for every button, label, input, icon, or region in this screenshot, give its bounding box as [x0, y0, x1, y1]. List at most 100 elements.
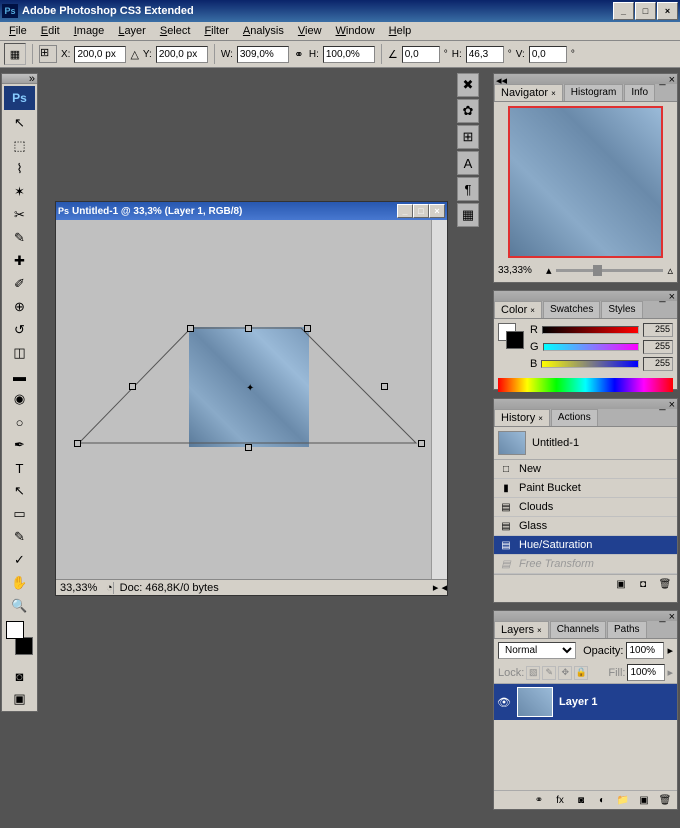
move-tool[interactable]: ↖ [8, 112, 32, 134]
crop-tool[interactable]: ✂ [8, 204, 32, 226]
well-brushes-icon[interactable]: ✿ [457, 99, 479, 123]
restore-button[interactable]: □ [635, 2, 656, 20]
menu-edit[interactable]: Edit [34, 23, 67, 39]
navigator-slider[interactable] [556, 269, 664, 272]
history-newdoc-icon[interactable]: ▣ [613, 577, 629, 591]
menu-layer[interactable]: Layer [111, 23, 153, 39]
gradient-tool[interactable]: ▬ [8, 365, 32, 387]
lock-transparency-icon[interactable]: ▧ [526, 666, 540, 680]
panel-minimize-icon[interactable]: _ × [659, 399, 675, 409]
toolbox-grip[interactable]: » [2, 74, 37, 84]
menu-filter[interactable]: Filter [197, 23, 235, 39]
history-item[interactable]: ▤Glass [494, 517, 677, 536]
history-brush-tool[interactable]: ↺ [8, 319, 32, 341]
pen-tool[interactable]: ✒ [8, 434, 32, 456]
w-input[interactable] [237, 46, 289, 63]
well-layercomps-icon[interactable]: ▦ [457, 203, 479, 227]
lock-pixels-icon[interactable]: ✎ [542, 666, 556, 680]
menu-file[interactable]: File [2, 23, 34, 39]
doc-minimize-button[interactable]: _ [397, 204, 413, 218]
color-bg-swatch[interactable] [506, 331, 524, 349]
shape-tool[interactable]: ▭ [8, 503, 32, 525]
tab-info[interactable]: Info [624, 84, 655, 101]
panel-minimize-icon[interactable]: _ × [659, 611, 675, 621]
history-item[interactable]: ▤Hue/Saturation [494, 536, 677, 555]
navigator-thumbnail[interactable] [508, 106, 663, 258]
well-char-icon[interactable]: A [457, 151, 479, 175]
transform-handle-tm[interactable] [245, 325, 252, 332]
zoom-tool[interactable]: 🔍 [8, 595, 32, 617]
r-slider[interactable] [542, 326, 639, 334]
tab-channels[interactable]: Channels [550, 621, 606, 638]
history-snapshot-icon[interactable]: ◘ [635, 577, 651, 591]
b-value[interactable]: 255 [643, 357, 673, 371]
vertical-scrollbar[interactable] [431, 220, 447, 579]
magic-wand-tool[interactable]: ✶ [8, 181, 32, 203]
color-swatch-pair[interactable] [498, 323, 524, 349]
transform-center-icon[interactable]: ✦ [246, 383, 254, 394]
adjustment-layer-icon[interactable]: ◐ [594, 793, 610, 807]
minimize-button[interactable]: _ [613, 2, 634, 20]
tab-swatches[interactable]: Swatches [543, 301, 600, 318]
history-snapshot-label[interactable]: Untitled-1 [532, 437, 579, 449]
well-tools-icon[interactable]: ✖ [457, 73, 479, 97]
layer-group-icon[interactable]: 📁 [615, 793, 631, 807]
transform-handle-tl[interactable] [187, 325, 194, 332]
panel-collapse-icon[interactable]: ◂◂ [496, 74, 507, 84]
doc-close-button[interactable]: × [429, 204, 445, 218]
status-zoom[interactable]: 33,33% [56, 582, 106, 594]
eraser-tool[interactable]: ◫ [8, 342, 32, 364]
menu-image[interactable]: Image [67, 23, 112, 39]
transform-pivot-icon[interactable]: ▦ [4, 43, 26, 65]
transform-handle-br[interactable] [418, 440, 425, 447]
slice-tool[interactable]: ✎ [8, 227, 32, 249]
panel-minimize-icon[interactable]: _ × [659, 291, 675, 301]
tab-navigator[interactable]: Navigator× [494, 84, 563, 101]
opacity-arrow-icon[interactable]: ▸ [667, 644, 673, 657]
layer-mask-icon[interactable]: ◙ [573, 793, 589, 807]
healing-tool[interactable]: ✚ [8, 250, 32, 272]
tab-actions[interactable]: Actions [551, 409, 598, 426]
well-clone-icon[interactable]: ⊞ [457, 125, 479, 149]
blend-mode-select[interactable]: Normal [498, 642, 576, 659]
transform-handle-mr[interactable] [381, 383, 388, 390]
close-button[interactable]: × [657, 2, 678, 20]
x-input[interactable] [74, 46, 126, 63]
zoom-in-icon[interactable]: ▵ [667, 264, 673, 277]
skew-h-input[interactable] [466, 46, 504, 63]
canvas[interactable]: ✦ [56, 220, 431, 579]
opacity-input[interactable] [626, 642, 664, 659]
history-item[interactable]: ▮Paint Bucket [494, 479, 677, 498]
dodge-tool[interactable]: ○ [8, 411, 32, 433]
transform-handle-bm[interactable] [245, 444, 252, 451]
document-titlebar[interactable]: Ps Untitled-1 @ 33,3% (Layer 1, RGB/8) _… [56, 202, 447, 220]
b-slider[interactable] [541, 360, 639, 368]
fill-arrow-icon[interactable]: ▸ [667, 666, 673, 679]
layer-thumbnail[interactable] [517, 687, 553, 717]
eyedropper-tool[interactable]: ✓ [8, 549, 32, 571]
h-input[interactable] [323, 46, 375, 63]
menu-window[interactable]: Window [329, 23, 382, 39]
reference-point-grid[interactable]: ⊞ [39, 45, 57, 63]
tab-history[interactable]: History× [494, 409, 550, 426]
lasso-tool[interactable]: ⌇ [8, 158, 32, 180]
transform-handle-bl[interactable] [74, 440, 81, 447]
notes-tool[interactable]: ✎ [8, 526, 32, 548]
blur-tool[interactable]: ◉ [8, 388, 32, 410]
y-input[interactable] [156, 46, 208, 63]
rotate-input[interactable] [402, 46, 440, 63]
type-tool[interactable]: T [8, 457, 32, 479]
hand-tool[interactable]: ✋ [8, 572, 32, 594]
g-value[interactable]: 255 [643, 340, 673, 354]
zoom-out-icon[interactable]: ▴ [546, 264, 552, 277]
history-item[interactable]: ▤Free Transform [494, 555, 677, 574]
foreground-swatch[interactable] [6, 621, 24, 639]
skew-v-input[interactable] [529, 46, 567, 63]
doc-maximize-button[interactable]: □ [413, 204, 429, 218]
menu-view[interactable]: View [291, 23, 329, 39]
tab-histogram[interactable]: Histogram [564, 84, 624, 101]
path-select-tool[interactable]: ↖ [8, 480, 32, 502]
tab-styles[interactable]: Styles [601, 301, 642, 318]
well-para-icon[interactable]: ¶ [457, 177, 479, 201]
history-item[interactable]: □New [494, 460, 677, 479]
